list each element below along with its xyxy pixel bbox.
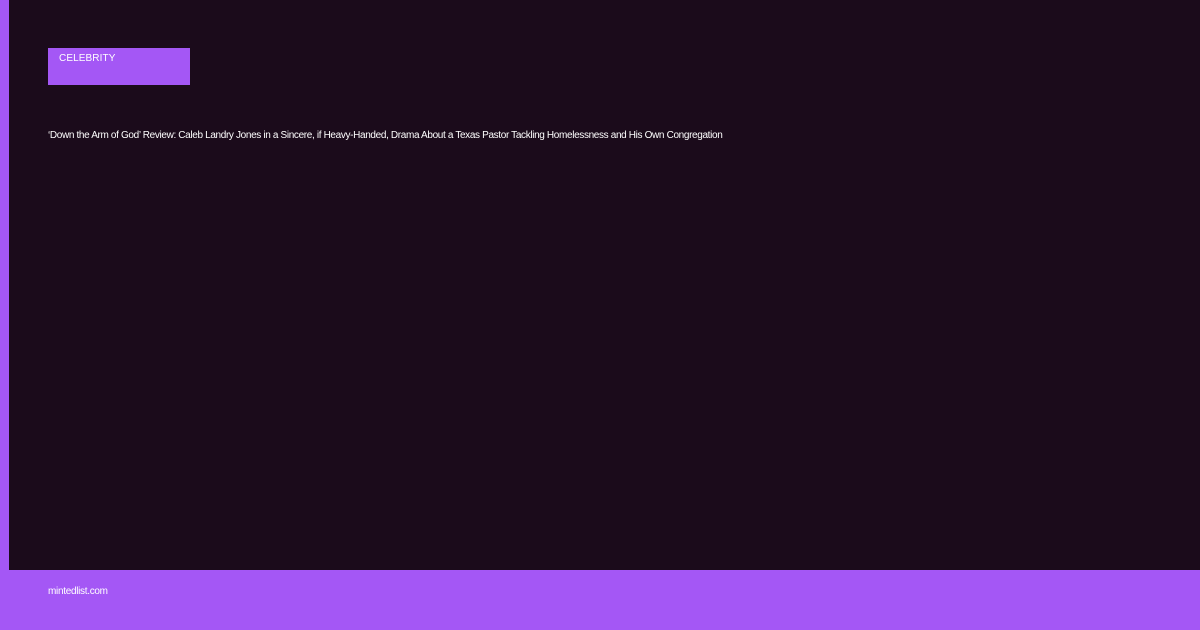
article-card: CELEBRITY ‘Down the Arm of God’ Review: … (9, 0, 1200, 570)
category-label: CELEBRITY (59, 53, 116, 64)
site-name: mintedlist.com (48, 586, 108, 597)
category-tag: CELEBRITY (48, 48, 190, 85)
article-headline: ‘Down the Arm of God’ Review: Caleb Land… (48, 130, 723, 141)
footer-bar: mintedlist.com (0, 570, 1200, 630)
share-card: CELEBRITY ‘Down the Arm of God’ Review: … (0, 0, 1200, 630)
